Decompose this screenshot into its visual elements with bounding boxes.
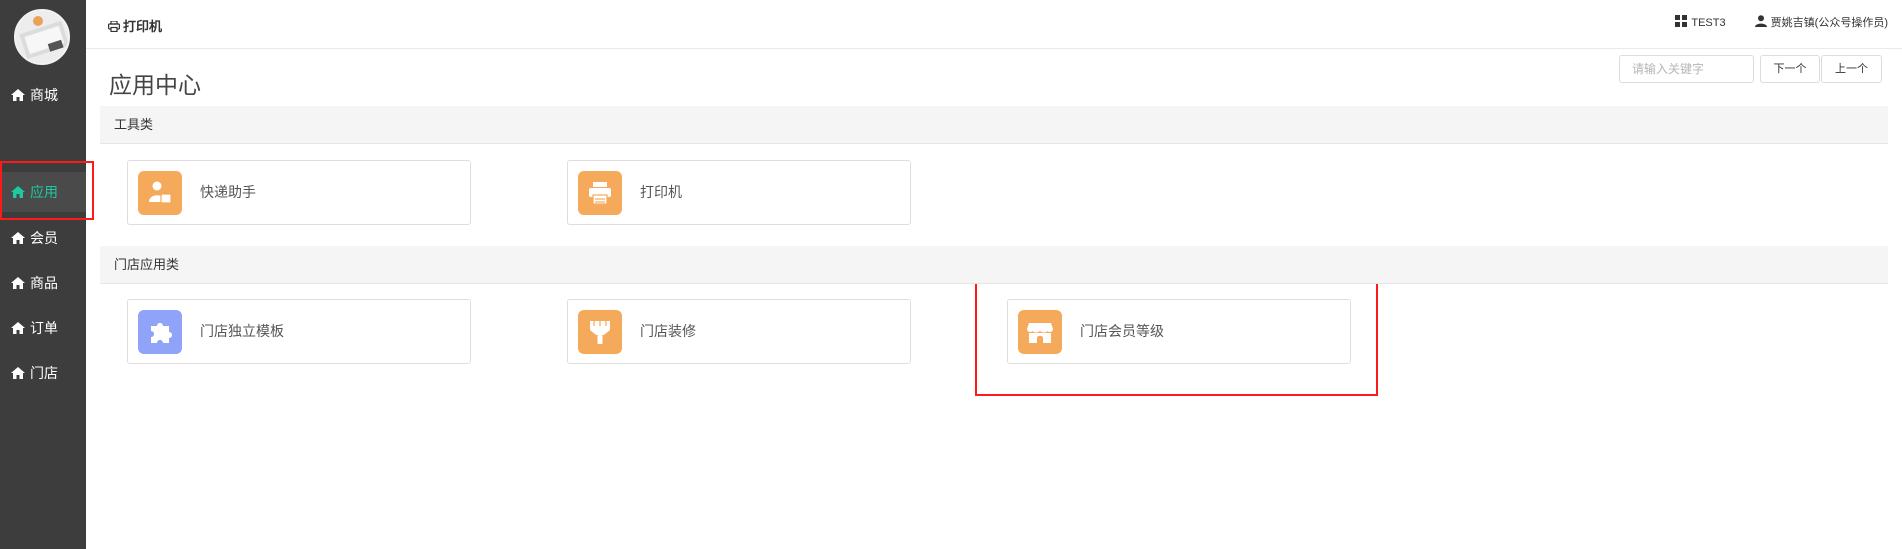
- sidebar-item-label: 门店: [30, 365, 58, 381]
- store-name: TEST3: [1691, 17, 1726, 29]
- sidebar-item-orders[interactable]: 订单: [0, 308, 86, 348]
- sidebar-item-label: 商城: [30, 87, 58, 103]
- home-icon: [11, 322, 25, 334]
- app-card-store-member-level[interactable]: 门店会员等级: [1007, 299, 1351, 364]
- printer-icon: [108, 21, 120, 32]
- app-card-label: 门店独立模板: [200, 323, 284, 339]
- grid-icon: [1675, 15, 1688, 27]
- header-right: TEST3 贾姚吉镇(公众号操作员): [1649, 14, 1888, 30]
- avatar[interactable]: [14, 9, 70, 65]
- puzzle-icon: [138, 310, 182, 354]
- sidebar-item-products[interactable]: 商品: [0, 263, 86, 303]
- app-card-courier-assistant[interactable]: 快递助手: [127, 160, 471, 225]
- app-card-store-decoration[interactable]: 门店装修: [567, 299, 911, 364]
- section-header-tools: 工具类: [100, 106, 1888, 144]
- home-icon: [11, 89, 25, 101]
- sidebar-item-stores[interactable]: 门店: [0, 353, 86, 393]
- user-menu[interactable]: 贾姚吉镇(公众号操作员): [1754, 14, 1888, 30]
- app-card-store-template[interactable]: 门店独立模板: [127, 299, 471, 364]
- store-switcher[interactable]: TEST3: [1675, 15, 1726, 29]
- sidebar-item-mall[interactable]: 商城: [0, 75, 86, 115]
- search-input[interactable]: [1619, 55, 1754, 83]
- home-icon: [11, 277, 25, 289]
- sidebar-item-label: 商品: [30, 275, 58, 291]
- sidebar-item-label: 会员: [30, 230, 58, 246]
- app-card-label: 打印机: [640, 184, 682, 200]
- page-title: 应用中心: [109, 72, 201, 98]
- prev-button[interactable]: 上一个: [1821, 55, 1882, 83]
- section-header-store-apps: 门店应用类: [100, 246, 1888, 284]
- printer-icon: [578, 171, 622, 215]
- header-title: 打印机: [108, 16, 162, 35]
- sidebar-item-label: 订单: [30, 320, 58, 336]
- next-button[interactable]: 下一个: [1760, 55, 1820, 83]
- sidebar-item-members[interactable]: 会员: [0, 218, 86, 258]
- app-card-printer[interactable]: 打印机: [567, 160, 911, 225]
- storefront-icon: [1018, 310, 1062, 354]
- home-icon: [11, 367, 25, 379]
- user-icon: [1754, 15, 1767, 27]
- header-title-text: 打印机: [123, 19, 163, 34]
- sidebar: 商城 应用 会员 商品 订单 门店: [0, 0, 86, 549]
- user-name: 贾姚吉镇(公众号操作员): [1770, 17, 1888, 29]
- app-card-label: 门店会员等级: [1080, 323, 1164, 339]
- top-header: 打印机 TEST3 贾姚吉镇(公众号操作员): [86, 0, 1902, 49]
- app-card-label: 门店装修: [640, 323, 696, 339]
- avatar-image-icon: [16, 11, 68, 63]
- app-card-label: 快递助手: [200, 184, 256, 200]
- courier-icon: [138, 171, 182, 215]
- paint-brush-icon: [578, 310, 622, 354]
- highlight-box-apps: [0, 161, 94, 220]
- home-icon: [11, 232, 25, 244]
